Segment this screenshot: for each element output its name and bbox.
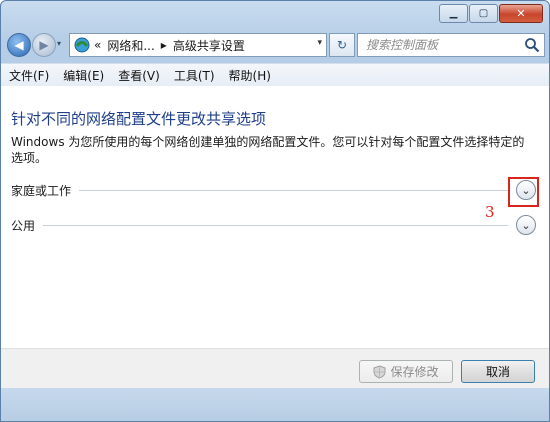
divider bbox=[43, 224, 508, 226]
close-button[interactable]: ✕ bbox=[499, 4, 543, 23]
menu-edit[interactable]: 编辑(E) bbox=[63, 67, 104, 84]
breadcrumb-network[interactable]: 网络和... bbox=[107, 37, 154, 54]
arrow-right-icon: ▶ bbox=[39, 38, 49, 52]
status-bar bbox=[1, 388, 549, 421]
section-home-work[interactable]: 家庭或工作 ⌄ bbox=[11, 179, 536, 201]
search-box[interactable] bbox=[357, 33, 545, 57]
minimize-button[interactable]: ▁ bbox=[439, 4, 468, 23]
breadcrumb-prefix[interactable]: « bbox=[94, 38, 101, 52]
breadcrumb-separator[interactable]: ▸ bbox=[161, 38, 167, 52]
section-label: 公用 bbox=[11, 218, 36, 233]
save-changes-label: 保存修改 bbox=[390, 365, 439, 379]
page-title: 针对不同的网络配置文件更改共享选项 bbox=[11, 110, 267, 128]
section-public[interactable]: 公用 ⌄ bbox=[11, 214, 536, 236]
recent-pages-dropdown[interactable]: ▾ bbox=[57, 39, 61, 48]
breadcrumb-advanced-sharing[interactable]: 高级共享设置 bbox=[173, 37, 245, 54]
expand-button-public[interactable]: ⌄ bbox=[516, 215, 536, 235]
cancel-button[interactable]: 取消 bbox=[461, 360, 535, 383]
page-description: Windows 为您所使用的每个网络创建单独的网络配置文件。您可以针对每个配置文… bbox=[11, 135, 525, 165]
menu-tools[interactable]: 工具(T) bbox=[174, 67, 215, 84]
refresh-button[interactable]: ↻ bbox=[329, 33, 355, 57]
shield-icon bbox=[373, 364, 386, 379]
menu-view[interactable]: 查看(V) bbox=[118, 67, 160, 84]
navigation-bar: ◀ ▶ ▾ « 网络和... ▸ 高级共享设置 ▾ ↻ bbox=[7, 31, 545, 59]
menu-bar: 文件(F) 编辑(E) 查看(V) 工具(T) 帮助(H) bbox=[1, 63, 549, 87]
refresh-icon: ↻ bbox=[336, 38, 348, 52]
menu-file[interactable]: 文件(F) bbox=[9, 67, 49, 84]
caption-buttons: ▁ ▢ ✕ bbox=[439, 4, 543, 23]
chevron-down-icon[interactable]: ▾ bbox=[317, 38, 322, 48]
maximize-button[interactable]: ▢ bbox=[469, 4, 498, 23]
search-input[interactable] bbox=[358, 35, 516, 55]
step-annotation: 3 bbox=[485, 203, 495, 221]
footer-bar: 保存修改 取消 bbox=[1, 348, 549, 389]
arrow-left-icon: ◀ bbox=[14, 38, 24, 52]
forward-button[interactable]: ▶ bbox=[32, 33, 56, 57]
section-label: 家庭或工作 bbox=[11, 183, 72, 198]
menu-help[interactable]: 帮助(H) bbox=[229, 67, 271, 84]
highlight-box bbox=[508, 177, 539, 207]
search-icon[interactable] bbox=[524, 37, 540, 53]
control-panel-window: ▁ ▢ ✕ ◀ ▶ ▾ « 网络和... ▸ 高级共享设置 ▾ ↻ 搜索控制面板… bbox=[0, 0, 550, 422]
network-icon bbox=[74, 37, 90, 53]
address-bar[interactable]: « 网络和... ▸ 高级共享设置 ▾ bbox=[69, 33, 327, 57]
save-changes-button[interactable]: 保存修改 bbox=[359, 360, 453, 383]
divider bbox=[79, 189, 508, 191]
back-button[interactable]: ◀ bbox=[7, 33, 31, 57]
chevron-down-icon: ⌄ bbox=[521, 218, 531, 232]
main-content: 针对不同的网络配置文件更改共享选项 Windows 为您所使用的每个网络创建单独… bbox=[1, 86, 549, 348]
